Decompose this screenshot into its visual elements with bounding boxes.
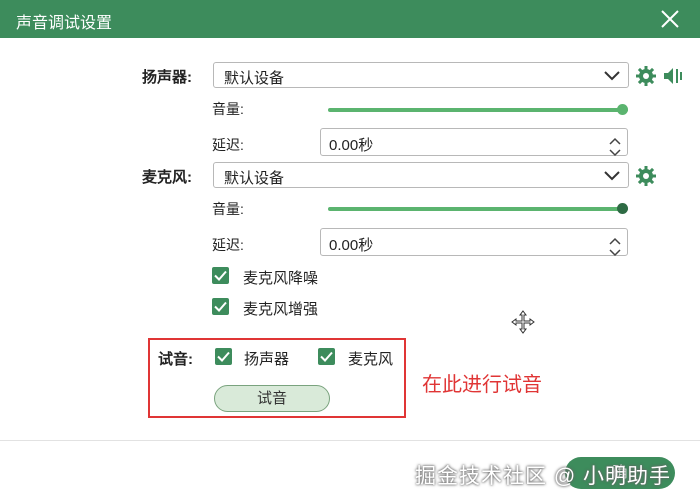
chevron-down-icon[interactable] <box>609 244 621 257</box>
close-icon[interactable] <box>658 7 682 31</box>
move-cursor-icon <box>511 310 535 334</box>
speaker-device-select[interactable]: 默认设备 <box>213 62 629 88</box>
speaker-volume-slider[interactable] <box>328 104 628 116</box>
slider-thumb[interactable] <box>617 203 628 214</box>
mic-delay-value: 0.00秒 <box>329 237 374 254</box>
test-speaker-label: 扬声器 <box>244 351 290 368</box>
speaker-volume-label: 音量: <box>212 101 244 117</box>
speaker-delay-label: 延迟: <box>212 137 244 153</box>
chevron-down-icon <box>604 69 620 81</box>
mic-delay-spinbox[interactable]: 0.00秒 <box>320 228 628 257</box>
mic-volume-label: 音量: <box>212 201 244 217</box>
mic-gear-icon[interactable] <box>635 165 657 187</box>
slider-thumb[interactable] <box>617 104 628 115</box>
enhance-checkbox[interactable] <box>212 298 229 315</box>
speaker-gear-icon[interactable] <box>635 65 657 87</box>
title-bar: 声音调试设置 <box>0 0 700 38</box>
chevron-up-icon[interactable] <box>609 232 621 245</box>
annotation-text: 在此进行试音 <box>422 374 542 396</box>
mic-device-select[interactable]: 默认设备 <box>213 162 629 188</box>
noise-reduction-label: 麦克风降噪 <box>243 270 319 287</box>
slider-track <box>328 207 628 211</box>
speaker-label: 扬声器: <box>142 69 192 86</box>
mic-volume-slider[interactable] <box>328 203 628 215</box>
noise-reduction-checkbox[interactable] <box>212 267 229 284</box>
speaker-delay-spinbox[interactable]: 0.00秒 <box>320 128 628 157</box>
test-button[interactable]: 试音 <box>214 385 330 412</box>
mic-label: 麦克风: <box>142 169 192 186</box>
watermark: 掘金技术社区 @ 小明助手 <box>415 465 671 488</box>
enhance-label: 麦克风增强 <box>243 301 319 318</box>
test-mic-label: 麦克风 <box>348 351 394 368</box>
slider-track <box>328 108 628 112</box>
footer-divider <box>0 440 700 441</box>
speaker-device-value: 默认设备 <box>224 70 285 87</box>
test-speaker-checkbox[interactable] <box>215 348 232 365</box>
window-title: 声音调试设置 <box>16 15 113 32</box>
speaker-delay-value: 0.00秒 <box>329 137 374 154</box>
chevron-down-icon <box>604 169 620 181</box>
mic-delay-label: 延迟: <box>212 237 244 253</box>
mic-device-value: 默认设备 <box>224 170 285 187</box>
test-mic-checkbox[interactable] <box>318 348 335 365</box>
chevron-down-icon[interactable] <box>609 144 621 157</box>
test-label: 试音: <box>158 351 193 368</box>
chevron-up-icon[interactable] <box>609 132 621 145</box>
speaker-volume-icon[interactable] <box>662 65 684 87</box>
